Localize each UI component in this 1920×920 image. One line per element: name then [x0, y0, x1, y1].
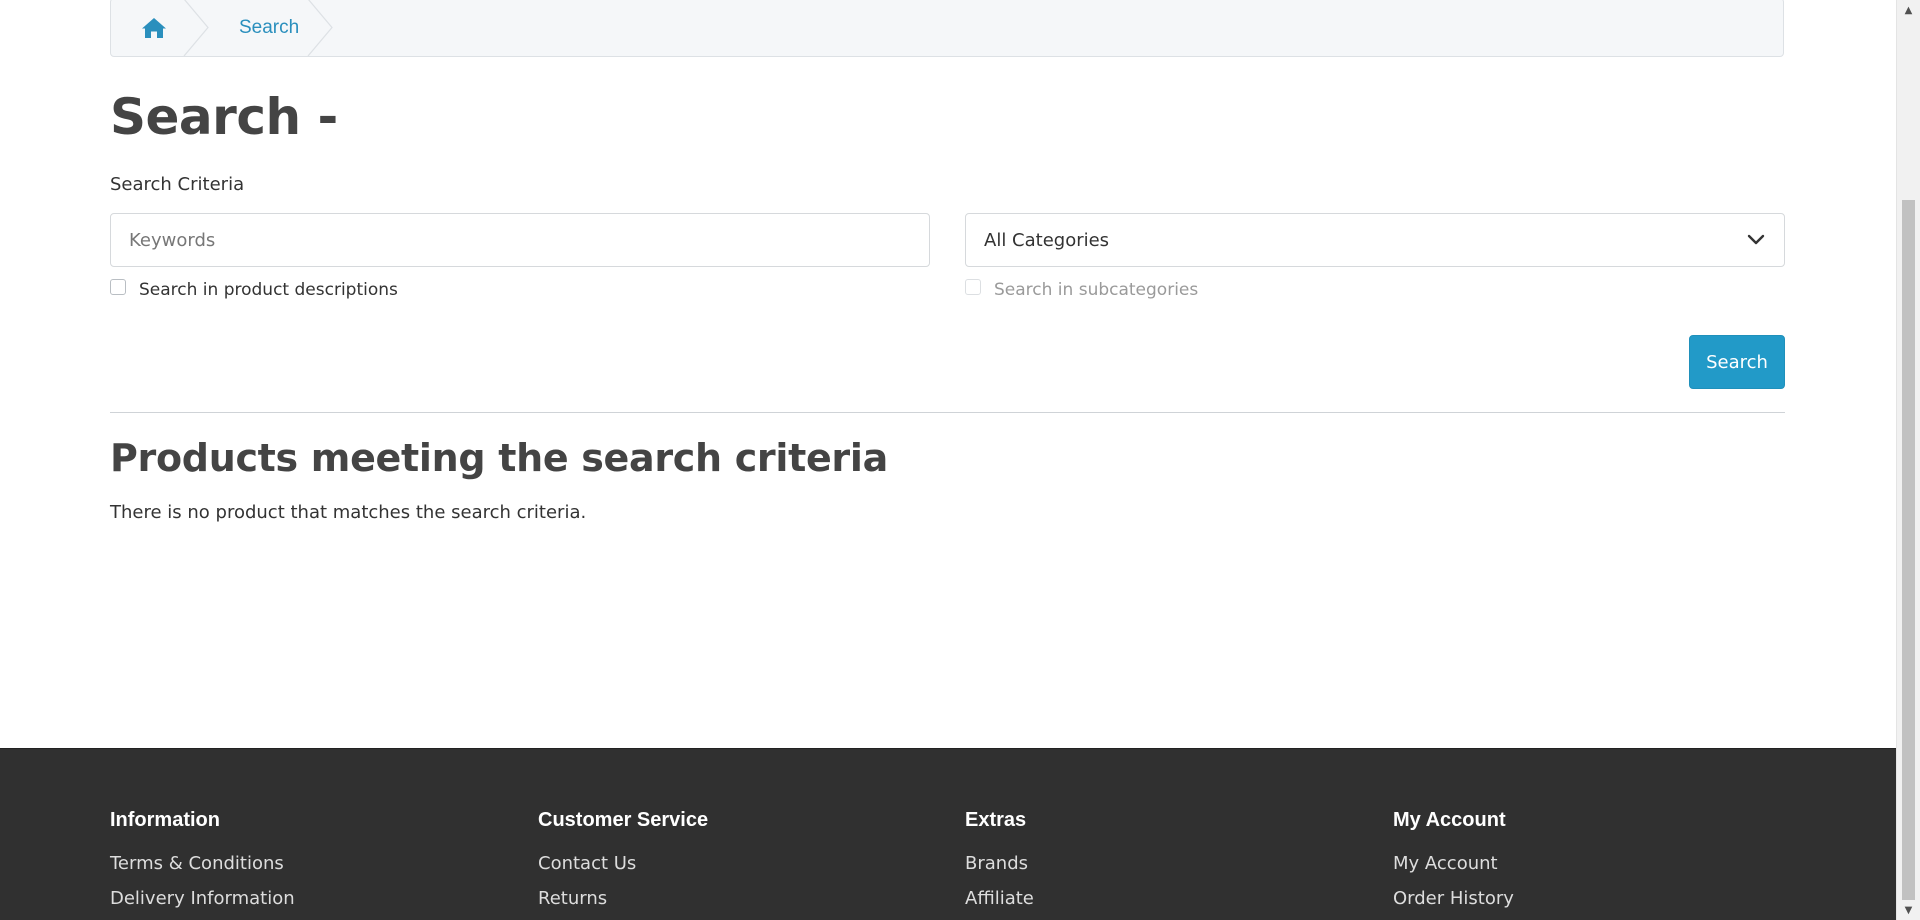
footer-column-extras: Extras Brands Affiliate	[965, 809, 1034, 920]
category-select[interactable]: All Categories	[965, 213, 1785, 267]
chevron-down-icon	[1747, 234, 1765, 245]
divider	[110, 412, 1785, 413]
breadcrumb: Search	[110, 0, 1784, 57]
page: Search Search - Search Criteria All Cate…	[0, 0, 1896, 920]
search-subcategories-option: Search in subcategories	[965, 279, 1199, 300]
breadcrumb-search-link[interactable]: Search	[209, 0, 333, 56]
footer-link-affiliate[interactable]: Affiliate	[965, 887, 1034, 910]
search-subcategories-label: Search in subcategories	[994, 280, 1199, 300]
footer-link-brands[interactable]: Brands	[965, 852, 1034, 875]
footer-link-order-history[interactable]: Order History	[1393, 887, 1514, 910]
footer: Information Terms & Conditions Delivery …	[0, 748, 1896, 920]
breadcrumb-separator	[183, 0, 209, 56]
results-empty-message: There is no product that matches the sea…	[110, 502, 587, 523]
footer-heading-information: Information	[110, 809, 220, 831]
footer-heading-my-account: My Account	[1393, 809, 1506, 831]
search-button[interactable]: Search	[1689, 335, 1785, 389]
keywords-input[interactable]	[110, 213, 930, 267]
page-title: Search -	[110, 88, 338, 146]
home-icon	[142, 17, 166, 38]
footer-heading-customer-service: Customer Service	[538, 809, 709, 831]
category-select-value: All Categories	[984, 229, 1110, 251]
search-descriptions-label: Search in product descriptions	[139, 280, 398, 300]
footer-column-information: Information Terms & Conditions Delivery …	[110, 809, 295, 920]
footer-heading-extras: Extras	[965, 809, 1027, 831]
footer-link-returns[interactable]: Returns	[538, 887, 708, 910]
search-descriptions-option[interactable]: Search in product descriptions	[110, 279, 398, 300]
vertical-scrollbar[interactable]: ▲ ▼	[1896, 0, 1920, 920]
breadcrumb-separator	[307, 0, 333, 56]
search-descriptions-checkbox[interactable]	[110, 279, 126, 295]
footer-link-terms[interactable]: Terms & Conditions	[110, 852, 295, 875]
footer-link-my-account[interactable]: My Account	[1393, 852, 1514, 875]
scroll-down-arrow-icon[interactable]: ▼	[1897, 900, 1920, 920]
results-title: Products meeting the search criteria	[110, 436, 888, 480]
breadcrumb-search-label: Search	[239, 16, 300, 38]
footer-link-delivery[interactable]: Delivery Information	[110, 887, 295, 910]
scrollbar-thumb[interactable]	[1902, 200, 1915, 900]
scroll-up-arrow-icon[interactable]: ▲	[1897, 0, 1920, 20]
footer-column-customer-service: Customer Service Contact Us Returns	[538, 809, 708, 920]
footer-link-contact[interactable]: Contact Us	[538, 852, 708, 875]
breadcrumb-home-link[interactable]	[111, 0, 209, 56]
search-criteria-label: Search Criteria	[110, 174, 245, 195]
search-subcategories-checkbox	[965, 279, 981, 295]
footer-column-my-account: My Account My Account Order History	[1393, 809, 1514, 920]
